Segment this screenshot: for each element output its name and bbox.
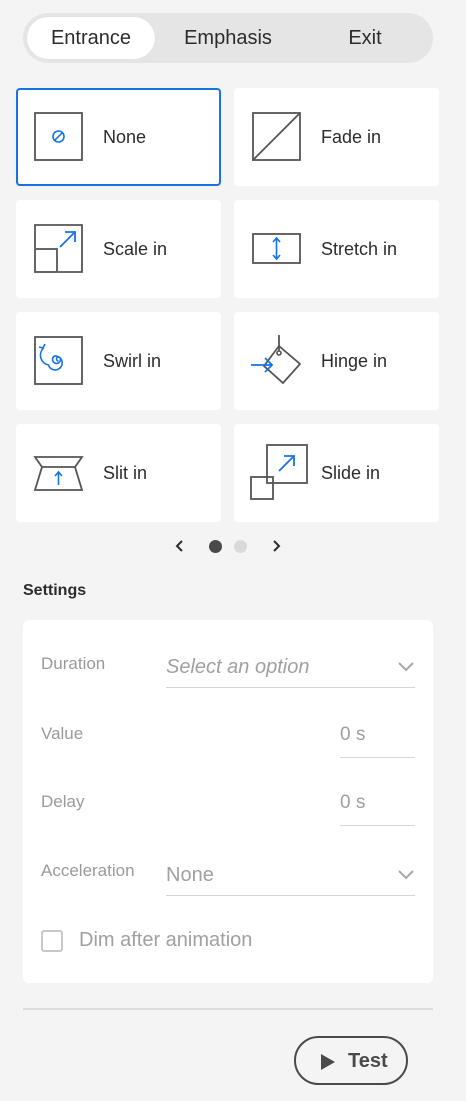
dim-after-animation-label: Dim after animation <box>79 929 253 951</box>
test-button[interactable]: Test <box>294 1036 408 1085</box>
animation-label: Hinge in <box>321 350 388 371</box>
play-icon <box>321 1054 335 1070</box>
none-icon <box>33 111 85 163</box>
animation-card-stretch-in[interactable]: Stretch in <box>234 200 439 298</box>
duration-label: Duration <box>41 654 106 673</box>
slit-in-icon <box>33 447 85 499</box>
duration-select[interactable]: Select an option <box>166 648 415 688</box>
delay-label: Delay <box>41 792 85 811</box>
animation-label: Fade in <box>321 126 382 147</box>
delay-input[interactable]: 0 s <box>340 786 415 826</box>
animation-type-tabs: Entrance Emphasis Exit <box>23 13 433 63</box>
tab-emphasis[interactable]: Emphasis <box>163 17 293 59</box>
page-dot-2[interactable] <box>234 540 247 553</box>
fade-in-icon <box>251 111 303 163</box>
value-input[interactable]: 0 s <box>340 718 415 758</box>
value-label: Value <box>41 724 84 743</box>
chevron-down-icon <box>398 662 414 672</box>
animation-card-slit-in[interactable]: Slit in <box>16 424 221 522</box>
animation-label: Stretch in <box>321 238 398 259</box>
dim-after-animation-checkbox[interactable] <box>41 930 63 952</box>
acceleration-label: Acceleration <box>41 861 135 880</box>
acceleration-value: None <box>166 864 214 886</box>
settings-heading: Settings <box>23 582 87 599</box>
acceleration-select[interactable]: None <box>166 856 415 896</box>
animation-label: Swirl in <box>103 350 162 371</box>
animation-card-scale-in[interactable]: Scale in <box>16 200 221 298</box>
animation-label: Slide in <box>321 462 381 483</box>
animation-card-swirl-in[interactable]: Swirl in <box>16 312 221 410</box>
animation-card-hinge-in[interactable]: Hinge in <box>234 312 439 410</box>
chevron-down-icon <box>398 870 414 880</box>
animation-card-fade-in[interactable]: Fade in <box>234 88 439 186</box>
chevron-left-icon <box>175 540 183 552</box>
chevron-right-icon <box>273 540 281 552</box>
swirl-in-icon <box>33 335 85 387</box>
slide-in-icon <box>250 444 308 500</box>
animation-card-slide-in[interactable]: Slide in <box>234 424 439 522</box>
previous-page-button[interactable] <box>168 534 192 558</box>
test-button-label: Test <box>348 1050 388 1072</box>
animation-label: Slit in <box>103 462 148 483</box>
next-page-button[interactable] <box>264 534 288 558</box>
delay-field-value: 0 s <box>340 792 366 813</box>
animation-card-none[interactable]: None <box>16 88 221 186</box>
hinge-in-icon <box>250 333 303 387</box>
animation-label: Scale in <box>103 238 168 259</box>
divider <box>23 1008 433 1010</box>
scale-in-icon <box>33 223 85 275</box>
duration-placeholder: Select an option <box>166 656 310 678</box>
page-dot-1[interactable] <box>209 540 222 553</box>
value-field-value: 0 s <box>340 724 366 745</box>
settings-panel: Duration Select an option Value 0 s Dela… <box>23 620 433 983</box>
tab-entrance[interactable]: Entrance <box>27 17 155 59</box>
tab-exit[interactable]: Exit <box>301 17 429 59</box>
animation-label: None <box>103 126 147 147</box>
stretch-in-icon <box>251 223 303 275</box>
